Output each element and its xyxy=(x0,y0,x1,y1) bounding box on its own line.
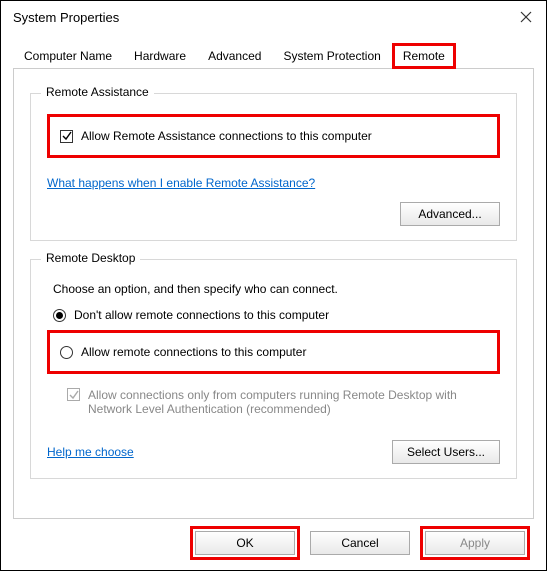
tab-remote[interactable]: Remote xyxy=(392,43,456,69)
close-icon xyxy=(520,11,532,23)
titlebar: System Properties xyxy=(1,1,546,33)
check-icon xyxy=(69,390,79,400)
button-label: Apply xyxy=(460,536,490,550)
dialog-button-row: OK Cancel Apply xyxy=(190,526,530,560)
close-button[interactable] xyxy=(514,5,538,29)
tab-label: Hardware xyxy=(134,49,186,63)
group-title: Remote Assistance xyxy=(41,85,154,99)
radio-dont-allow-label: Don't allow remote connections to this c… xyxy=(74,308,329,322)
tab-label: System Protection xyxy=(283,49,380,63)
nla-label: Allow connections only from computers ru… xyxy=(88,388,500,416)
allow-remote-assistance-label: Allow Remote Assistance connections to t… xyxy=(81,129,372,143)
window-title: System Properties xyxy=(9,10,119,25)
apply-button[interactable]: Apply xyxy=(425,531,525,555)
remote-assistance-help-link[interactable]: What happens when I enable Remote Assist… xyxy=(47,176,315,190)
tab-system-protection[interactable]: System Protection xyxy=(272,43,391,68)
radio-allow[interactable] xyxy=(60,346,73,359)
tab-advanced[interactable]: Advanced xyxy=(197,43,272,68)
ok-button[interactable]: OK xyxy=(195,531,295,555)
radio-dont-allow[interactable] xyxy=(53,309,66,322)
content-area: Computer Name Hardware Advanced System P… xyxy=(1,33,546,531)
select-users-button[interactable]: Select Users... xyxy=(392,440,500,464)
highlight-allow-remote: Allow remote connections to this compute… xyxy=(47,330,500,374)
remote-tab-panel: Remote Assistance Allow Remote Assistanc… xyxy=(13,69,534,519)
button-label: Cancel xyxy=(341,536,378,550)
highlight-apply: Apply xyxy=(420,526,530,560)
tab-label: Advanced xyxy=(208,49,261,63)
button-label: Advanced... xyxy=(418,207,481,221)
button-label: OK xyxy=(236,536,253,550)
check-icon xyxy=(62,131,72,141)
tab-label: Computer Name xyxy=(24,49,112,63)
cancel-button[interactable]: Cancel xyxy=(310,531,410,555)
radio-allow-label: Allow remote connections to this compute… xyxy=(81,345,306,359)
tab-hardware[interactable]: Hardware xyxy=(123,43,197,68)
remote-desktop-group: Remote Desktop Choose an option, and the… xyxy=(30,259,517,479)
highlight-allow-assistance: Allow Remote Assistance connections to t… xyxy=(47,114,500,158)
group-title: Remote Desktop xyxy=(41,251,140,265)
allow-remote-assistance-checkbox[interactable] xyxy=(60,130,73,143)
remote-desktop-description: Choose an option, and then specify who c… xyxy=(53,282,500,296)
tab-label: Remote xyxy=(403,49,445,63)
nla-checkbox xyxy=(67,388,80,401)
tab-strip: Computer Name Hardware Advanced System P… xyxy=(13,43,534,69)
remote-assistance-advanced-button[interactable]: Advanced... xyxy=(400,202,500,226)
help-me-choose-link[interactable]: Help me choose xyxy=(47,445,134,459)
system-properties-dialog: System Properties Computer Name Hardware… xyxy=(0,0,547,571)
highlight-ok: OK xyxy=(190,526,300,560)
radio-dot-icon xyxy=(56,312,63,319)
button-label: Select Users... xyxy=(407,445,485,459)
tab-computer-name[interactable]: Computer Name xyxy=(13,43,123,68)
remote-assistance-group: Remote Assistance Allow Remote Assistanc… xyxy=(30,93,517,241)
